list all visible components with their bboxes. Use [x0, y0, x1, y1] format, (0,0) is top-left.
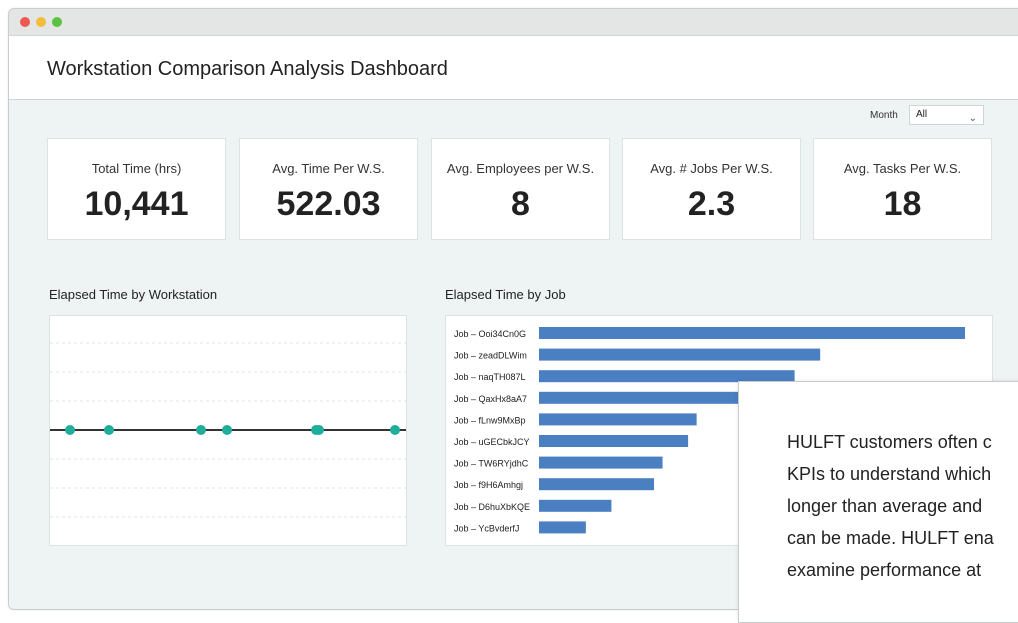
kpi-value: 18: [883, 185, 922, 223]
bar: [539, 521, 586, 534]
overlay-line: KPIs to understand which: [787, 464, 992, 484]
bar-label: Job – zeadDLWim: [454, 351, 527, 361]
month-filter-value: All: [916, 109, 928, 120]
kpi-value: 8: [511, 185, 530, 223]
window-titlebar: [9, 9, 1018, 36]
bar-label: Job – f9H6Amhgj: [454, 480, 523, 490]
month-filter-select[interactable]: All ⌄: [909, 105, 984, 125]
bar: [539, 456, 663, 469]
data-point: [390, 425, 400, 435]
kpi-value: 522.03: [276, 185, 381, 223]
kpi-value: 10,441: [84, 185, 189, 223]
info-overlay-card: HULFT customers often c KPIs to understa…: [738, 381, 1018, 623]
kpi-label: Total Time (hrs): [91, 161, 182, 176]
bar: [539, 435, 689, 447]
kpi-label: Avg. # Jobs Per W.S.: [650, 161, 773, 176]
bar-label: Job – YcBvderfJ: [454, 523, 519, 533]
workstation-chart-panel: [49, 315, 407, 546]
kpi-label: Avg. Tasks Per W.S.: [843, 161, 962, 176]
bar-label: Job – naqTH087L: [454, 372, 526, 382]
bar: [539, 327, 965, 339]
bar-label: Job – fLnw9MxBp: [454, 415, 526, 425]
bar-label: Job – QaxHx8aA7: [454, 394, 527, 404]
minimize-window-button[interactable]: [36, 17, 46, 27]
overlay-text: HULFT customers often c KPIs to understa…: [787, 426, 1018, 586]
data-point: [222, 425, 232, 435]
bar-label: Job – uGECbkJCY: [454, 437, 530, 447]
data-point: [65, 425, 75, 435]
close-window-button[interactable]: [20, 17, 30, 27]
overlay-line: longer than average and: [787, 496, 983, 516]
maximize-window-button[interactable]: [52, 17, 62, 27]
overlay-line: can be made. HULFT ena: [787, 528, 994, 548]
bar: [539, 391, 752, 404]
month-filter-label: Month: [870, 110, 898, 121]
workstation-line-chart: [50, 342, 406, 518]
bar: [539, 348, 821, 361]
kpi-card-avg-employees: Avg. Employees per W.S. 8: [431, 138, 610, 240]
overlay-line: examine performance at: [787, 560, 982, 580]
bar: [539, 478, 655, 491]
kpi-card-avg-tasks: Avg. Tasks Per W.S. 18: [813, 138, 992, 240]
bar-label: Job – TW6RYjdhC: [454, 459, 529, 469]
page-title: Workstation Comparison Analysis Dashboar…: [47, 58, 448, 80]
chart-title-job: Elapsed Time by Job: [445, 287, 566, 302]
chevron-down-icon: ⌄: [968, 113, 977, 124]
bar: [539, 499, 612, 512]
kpi-card-avg-jobs: Avg. # Jobs Per W.S. 2.3: [622, 138, 801, 240]
kpi-value: 2.3: [687, 185, 736, 223]
data-point: [104, 425, 114, 435]
kpi-label: Avg. Employees per W.S.: [446, 161, 595, 176]
kpi-card-total-time: Total Time (hrs) 10,441: [47, 138, 226, 240]
bar-label: Job – D6huXbKQE: [454, 502, 530, 512]
bar-label: Job – Ooi34Cn0G: [454, 329, 526, 339]
kpi-card-avg-time: Avg. Time Per W.S. 522.03: [239, 138, 418, 240]
overlay-line: HULFT customers often c: [787, 432, 992, 452]
bar: [539, 413, 697, 426]
dashboard-header: Workstation Comparison Analysis Dashboar…: [9, 36, 1018, 100]
chart-title-workstation: Elapsed Time by Workstation: [49, 287, 218, 302]
data-point: [314, 425, 324, 435]
kpi-label: Avg. Time Per W.S.: [272, 161, 385, 176]
data-point: [196, 425, 206, 435]
